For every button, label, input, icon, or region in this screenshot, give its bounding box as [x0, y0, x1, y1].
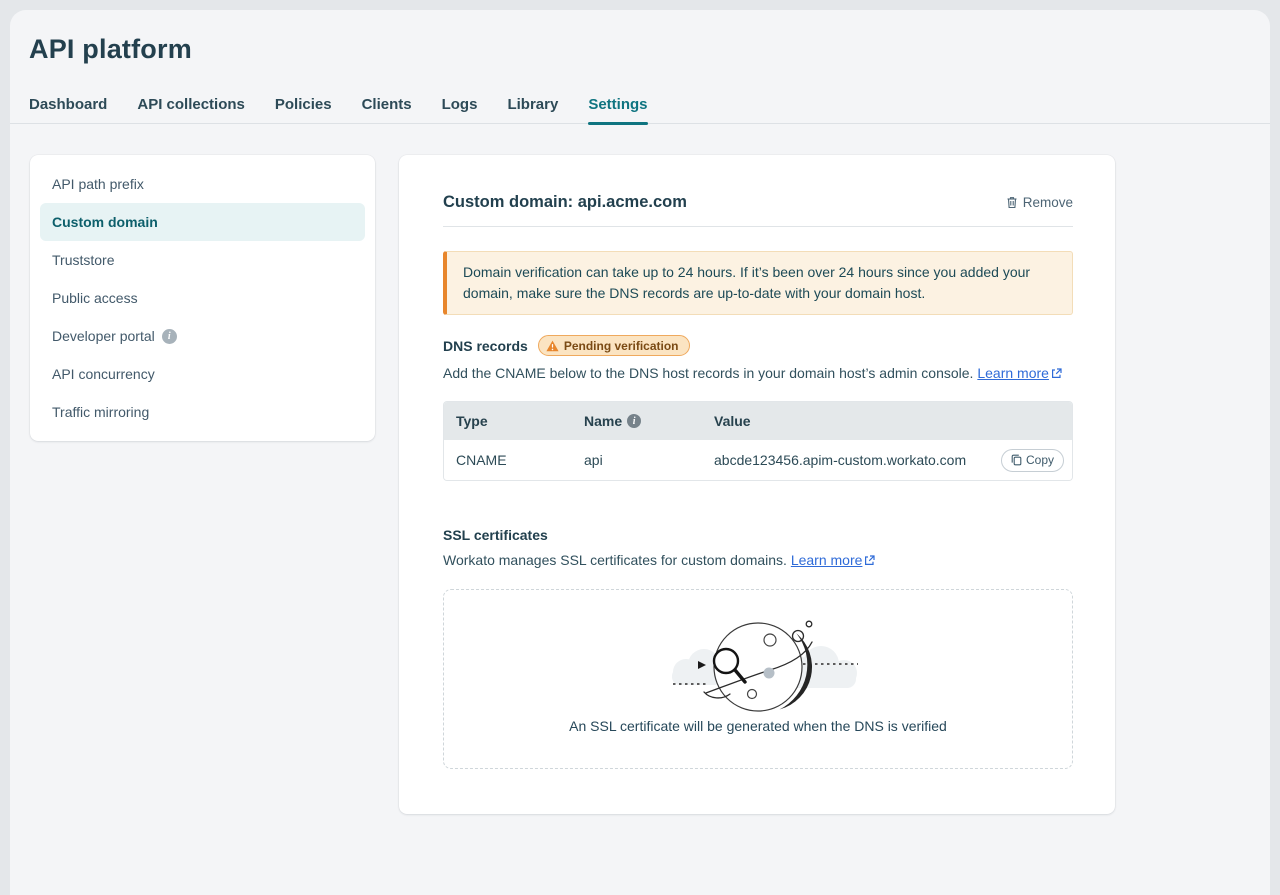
sidebar-item-label: Traffic mirroring: [52, 404, 149, 420]
table-row: CNAME api abcde123456.apim-custom.workat…: [444, 440, 1072, 480]
tab-logs[interactable]: Logs: [442, 95, 478, 123]
column-header-label: Name: [584, 413, 622, 429]
ssl-learn-more-link[interactable]: Learn more: [791, 552, 863, 568]
external-link-icon: [1051, 364, 1062, 384]
content-area: API path prefix Custom domain Truststore…: [10, 155, 1270, 814]
ssl-heading: SSL certificates: [443, 527, 1073, 543]
sidebar-item-public-access[interactable]: Public access: [40, 279, 365, 317]
cname-value: abcde123456.apim-custom.workato.com: [714, 452, 966, 468]
cell-type: CNAME: [444, 452, 584, 468]
sidebar-item-label: API path prefix: [52, 176, 144, 192]
column-header-name: Name i: [584, 413, 714, 429]
sidebar-item-label: Public access: [52, 290, 138, 306]
dns-learn-more-link[interactable]: Learn more: [977, 365, 1049, 381]
tab-bar: Dashboard API collections Policies Clien…: [10, 93, 1270, 124]
ssl-certificates-section: SSL certificates Workato manages SSL cer…: [443, 527, 1073, 769]
panel-title: Custom domain: api.acme.com: [443, 193, 687, 212]
tab-api-collections[interactable]: API collections: [137, 95, 245, 123]
page: API platform Dashboard API collections P…: [0, 0, 1280, 895]
remove-domain-button[interactable]: Remove: [1006, 195, 1073, 210]
table-header-row: Type Name i Value: [444, 402, 1072, 440]
dns-description: Add the CNAME below to the DNS host reco…: [443, 363, 1073, 384]
sidebar-item-api-concurrency[interactable]: API concurrency: [40, 355, 365, 393]
info-icon: i: [162, 329, 177, 344]
dns-records-table: Type Name i Value CNAME api abcde123456.…: [443, 401, 1073, 481]
app-surface: API platform Dashboard API collections P…: [10, 10, 1270, 895]
settings-sidebar: API path prefix Custom domain Truststore…: [30, 155, 375, 441]
sidebar-item-traffic-mirroring[interactable]: Traffic mirroring: [40, 393, 365, 431]
ssl-empty-state: An SSL certificate will be generated whe…: [443, 589, 1073, 769]
sidebar-item-label: Developer portal: [52, 328, 155, 344]
warning-triangle-icon: [546, 340, 559, 352]
tab-dashboard[interactable]: Dashboard: [29, 95, 107, 123]
sidebar-item-label: API concurrency: [52, 366, 155, 382]
ssl-empty-message: An SSL certificate will be generated whe…: [569, 718, 947, 734]
sidebar-item-label: Truststore: [52, 252, 115, 268]
trash-icon: [1006, 196, 1018, 209]
pending-verification-badge: Pending verification: [538, 335, 690, 356]
sidebar-item-label: Custom domain: [52, 214, 158, 230]
tab-policies[interactable]: Policies: [275, 95, 332, 123]
ssl-description-text: Workato manages SSL certificates for cus…: [443, 552, 787, 568]
cell-name: api: [584, 452, 714, 468]
copy-button[interactable]: Copy: [1001, 449, 1064, 472]
tab-library[interactable]: Library: [507, 95, 558, 123]
copy-icon: [1011, 454, 1022, 466]
info-icon: i: [627, 414, 641, 428]
verification-alert: Domain verification can take up to 24 ho…: [443, 251, 1073, 315]
copy-button-label: Copy: [1026, 453, 1054, 467]
custom-domain-panel: Custom domain: api.acme.com Remove Domai…: [399, 155, 1115, 814]
tab-settings[interactable]: Settings: [588, 95, 647, 123]
sidebar-item-truststore[interactable]: Truststore: [40, 241, 365, 279]
external-link-icon: [864, 551, 875, 571]
dns-description-text: Add the CNAME below to the DNS host reco…: [443, 365, 973, 381]
panel-divider: [443, 226, 1073, 227]
link-label: Learn more: [977, 365, 1049, 381]
tab-clients[interactable]: Clients: [362, 95, 412, 123]
sidebar-item-api-path-prefix[interactable]: API path prefix: [40, 165, 365, 203]
column-header-value: Value: [714, 413, 1072, 429]
sidebar-item-custom-domain[interactable]: Custom domain: [40, 203, 365, 241]
dns-records-heading: DNS records: [443, 338, 528, 354]
globe-search-illustration: [648, 612, 868, 712]
column-header-type: Type: [444, 413, 584, 429]
page-title: API platform: [29, 33, 1270, 65]
ssl-description: Workato manages SSL certificates for cus…: [443, 550, 1073, 571]
remove-button-label: Remove: [1023, 195, 1073, 210]
link-label: Learn more: [791, 552, 863, 568]
cell-value: abcde123456.apim-custom.workato.com Copy: [714, 449, 1072, 472]
sidebar-item-developer-portal[interactable]: Developer portal i: [40, 317, 365, 355]
badge-label: Pending verification: [564, 339, 679, 353]
